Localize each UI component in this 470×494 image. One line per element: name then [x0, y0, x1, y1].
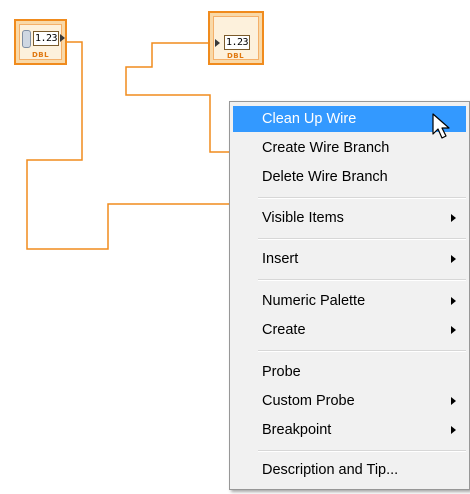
- menu-item-description-and-tip[interactable]: Description and Tip...: [233, 457, 466, 483]
- submenu-arrow-icon: [451, 397, 456, 405]
- arrow-pointer-icon: [432, 113, 450, 139]
- wire-context-menu: Clean Up Wire Create Wire Branch Delete …: [229, 101, 470, 490]
- menu-item-custom-probe[interactable]: Custom Probe: [233, 388, 466, 414]
- menu-item-numeric-palette[interactable]: Numeric Palette: [233, 288, 466, 314]
- output-arrow-icon: [60, 34, 65, 42]
- menu-item-label: Create Wire Branch: [262, 140, 390, 156]
- menu-separator: [258, 238, 466, 240]
- menu-item-probe[interactable]: Probe: [233, 359, 466, 385]
- indicator-type-label: DBL: [227, 52, 245, 60]
- menu-item-label: Insert: [262, 251, 299, 267]
- block-diagram-canvas[interactable]: 1.23 DBL 1.23 DBL Clean Up Wire Create W…: [0, 0, 470, 494]
- menu-separator: [258, 197, 466, 199]
- numeric-indicator-terminal[interactable]: 1.23 DBL: [208, 11, 264, 65]
- menu-item-label: Visible Items: [262, 210, 344, 226]
- menu-item-label: Description and Tip...: [262, 462, 399, 478]
- menu-item-visible-items[interactable]: Visible Items: [233, 205, 466, 231]
- submenu-arrow-icon: [451, 426, 456, 434]
- input-arrow-icon: [215, 39, 220, 47]
- control-increment-icon: [22, 30, 31, 48]
- menu-item-label: Breakpoint: [262, 422, 332, 438]
- menu-item-label: Create: [262, 322, 306, 338]
- menu-separator: [258, 279, 466, 281]
- submenu-arrow-icon: [451, 326, 456, 334]
- menu-item-label: Custom Probe: [262, 393, 355, 409]
- submenu-arrow-icon: [451, 297, 456, 305]
- control-value: 1.23: [33, 31, 59, 46]
- submenu-arrow-icon: [451, 214, 456, 222]
- menu-item-create[interactable]: Create: [233, 317, 466, 343]
- menu-separator: [258, 450, 466, 452]
- menu-item-breakpoint[interactable]: Breakpoint: [233, 417, 466, 443]
- menu-item-insert[interactable]: Insert: [233, 246, 466, 272]
- submenu-arrow-icon: [451, 255, 456, 263]
- control-type-label: DBL: [32, 51, 50, 59]
- numeric-control-terminal[interactable]: 1.23 DBL: [14, 19, 67, 65]
- menu-separator: [258, 350, 466, 352]
- menu-item-label: Clean Up Wire: [262, 111, 357, 127]
- menu-item-delete-wire-branch[interactable]: Delete Wire Branch: [233, 164, 466, 190]
- indicator-value: 1.23: [224, 35, 250, 50]
- menu-item-label: Delete Wire Branch: [262, 169, 388, 185]
- menu-item-label: Probe: [262, 364, 301, 380]
- menu-item-label: Numeric Palette: [262, 293, 366, 309]
